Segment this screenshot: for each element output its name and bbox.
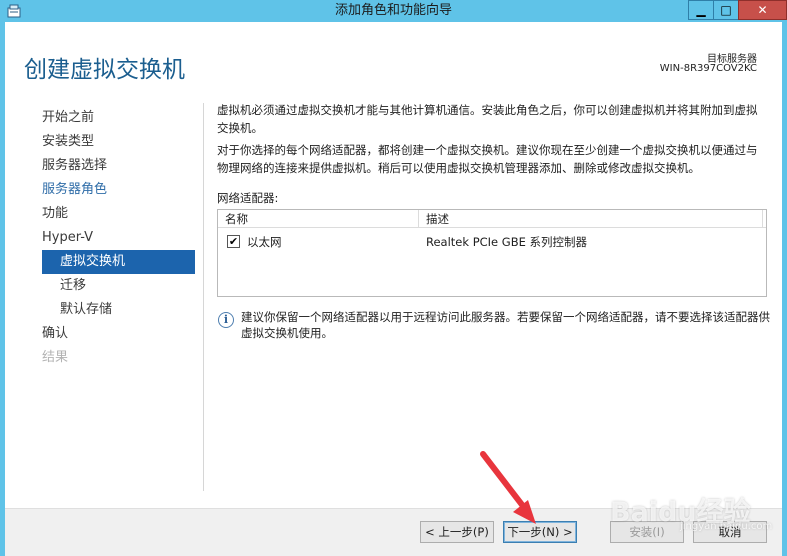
table-header: 名称 描述 <box>218 210 766 228</box>
window-frame-left <box>0 22 5 556</box>
wizard-nav: 开始之前 安装类型 服务器选择 服务器角色 功能 Hyper-V 虚拟交换机 迁… <box>42 106 195 370</box>
baidu-watermark-url: jingyan.baidu.com <box>680 521 773 532</box>
info-message: 建议你保留一个网络适配器以用于远程访问此服务器。若要保留一个网络适配器，请不要选… <box>241 310 770 340</box>
page-title: 创建虚拟交换机 <box>24 57 185 83</box>
minimize-button[interactable]: ▁ <box>688 0 714 20</box>
adapter-checkbox[interactable]: ✔ <box>227 235 240 248</box>
column-header-description[interactable]: 描述 <box>419 210 763 228</box>
previous-button[interactable]: < 上一步(P) <box>420 521 494 543</box>
nav-item-migration[interactable]: 迁移 <box>42 274 195 298</box>
maximize-button[interactable]: □ <box>713 0 739 20</box>
nav-item-server-roles[interactable]: 服务器角色 <box>42 178 195 202</box>
nav-item-features[interactable]: 功能 <box>42 202 195 226</box>
nav-item-default-stores[interactable]: 默认存储 <box>42 298 195 322</box>
target-server-name: WIN-8R397COV2KC <box>659 63 757 74</box>
nav-item-hyper-v[interactable]: Hyper-V <box>42 226 195 250</box>
nav-item-confirmation[interactable]: 确认 <box>42 322 195 346</box>
nav-item-server-selection[interactable]: 服务器选择 <box>42 154 195 178</box>
adapter-name: 以太网 <box>247 235 282 249</box>
window-frame-right <box>782 22 787 556</box>
nav-divider <box>203 103 204 491</box>
next-button[interactable]: 下一步(N) > <box>503 521 577 543</box>
table-row[interactable]: ✔ 以太网 Realtek PCIe GBE 系列控制器 <box>218 232 766 252</box>
nav-item-results: 结果 <box>42 350 69 365</box>
network-adapters-label: 网络适配器: <box>217 191 279 205</box>
close-button[interactable]: ✕ <box>738 0 787 20</box>
description-paragraph-2: 对于你选择的每个网络适配器，都将创建一个虚拟交换机。建议你现在至少创建一个虚拟交… <box>217 143 758 175</box>
info-icon: i <box>218 312 234 328</box>
network-adapters-table: 名称 描述 ✔ 以太网 Realtek PCIe GBE 系列控制器 <box>217 209 767 297</box>
window-title: 添加角色和功能向导 <box>334 3 452 18</box>
nav-item-installation-type[interactable]: 安装类型 <box>42 130 195 154</box>
adapter-description: Realtek PCIe GBE 系列控制器 <box>426 235 587 249</box>
title-bar: 添加角色和功能向导 ▁ □ ✕ <box>0 0 787 22</box>
nav-item-virtual-switches[interactable]: 虚拟交换机 <box>42 250 195 274</box>
description-paragraph-1: 虚拟机必须通过虚拟交换机才能与其他计算机通信。安装此角色之后，你可以创建虚拟机并… <box>217 103 758 135</box>
column-header-name[interactable]: 名称 <box>218 210 419 228</box>
nav-item-before-you-begin[interactable]: 开始之前 <box>42 106 195 130</box>
